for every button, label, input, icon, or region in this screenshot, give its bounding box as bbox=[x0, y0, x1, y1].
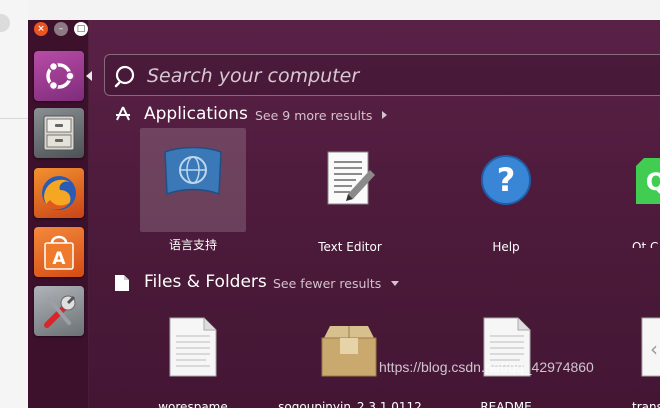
help-icon: ? bbox=[481, 155, 531, 205]
document-icon bbox=[169, 317, 217, 377]
file-cabinet-icon bbox=[43, 115, 75, 151]
svg-text:?: ? bbox=[497, 161, 516, 199]
see-more-results-link[interactable]: See 9 more results bbox=[255, 108, 388, 123]
document-icon: ‹ bbox=[641, 317, 660, 377]
app-result-text-editor[interactable]: Text Editor bbox=[300, 148, 400, 254]
result-label: sogoupinyin_2.3.1.0112 bbox=[278, 400, 422, 408]
result-label: Text Editor bbox=[318, 240, 382, 254]
file-result[interactable]: ‹ trans bbox=[616, 314, 660, 408]
svg-text:Q: Q bbox=[646, 168, 660, 196]
file-category-icon bbox=[115, 275, 129, 291]
shopping-bag-icon: A bbox=[44, 235, 74, 270]
watermark-text: https://blog.csdn.net/qq_42974860 bbox=[379, 359, 594, 375]
language-support-icon bbox=[164, 146, 222, 196]
maximize-button[interactable]: □ bbox=[74, 22, 88, 36]
search-icon bbox=[114, 65, 135, 88]
svg-text:A: A bbox=[52, 249, 66, 269]
close-button[interactable]: × bbox=[34, 22, 48, 36]
file-result[interactable]: worespame bbox=[140, 314, 246, 408]
app-result-help[interactable]: ? Help bbox=[456, 148, 556, 254]
package-icon bbox=[321, 326, 377, 377]
result-label: README bbox=[480, 400, 532, 408]
see-more-label: See 9 more results bbox=[255, 108, 373, 123]
launcher: × – □ A bbox=[28, 20, 92, 408]
app-result-qt[interactable]: Q Qt C bbox=[616, 148, 660, 248]
arrow-right-icon bbox=[382, 111, 388, 119]
search-box[interactable] bbox=[104, 54, 660, 96]
search-input[interactable] bbox=[145, 61, 649, 91]
result-label: worespame bbox=[158, 400, 228, 408]
wrench-screwdriver-icon bbox=[44, 295, 76, 328]
background-divider bbox=[0, 118, 28, 119]
category-title: Files & Folders bbox=[144, 272, 267, 292]
see-fewer-label: See fewer results bbox=[273, 276, 382, 291]
launcher-active-indicator bbox=[86, 71, 92, 81]
launcher-files-button[interactable] bbox=[34, 108, 84, 158]
see-fewer-results-link[interactable]: See fewer results bbox=[273, 276, 400, 291]
launcher-dash-button[interactable] bbox=[34, 51, 84, 101]
arrow-down-icon bbox=[391, 281, 400, 286]
result-label: Qt C bbox=[632, 240, 659, 248]
svg-text:‹: ‹ bbox=[650, 337, 658, 361]
category-title: Applications bbox=[144, 104, 248, 124]
result-label: 语言支持 bbox=[168, 238, 217, 252]
launcher-settings-button[interactable] bbox=[34, 286, 84, 336]
unity-dash-window: × – □ A Search your computer Application… bbox=[28, 20, 660, 408]
background-desktop bbox=[0, 0, 28, 408]
text-editor-icon bbox=[327, 151, 375, 205]
launcher-firefox-button[interactable] bbox=[34, 168, 84, 218]
ubuntu-logo-icon bbox=[46, 61, 75, 91]
applications-category-icon bbox=[116, 106, 130, 121]
qt-creator-icon: Q bbox=[636, 158, 660, 204]
launcher-software-center-button[interactable]: A bbox=[34, 227, 84, 277]
app-result-language-support[interactable]: 语言支持 bbox=[140, 128, 246, 252]
firefox-icon bbox=[42, 176, 76, 210]
result-label: trans bbox=[632, 400, 660, 408]
minimize-button[interactable]: – bbox=[54, 22, 68, 36]
result-label: Help bbox=[492, 240, 520, 254]
